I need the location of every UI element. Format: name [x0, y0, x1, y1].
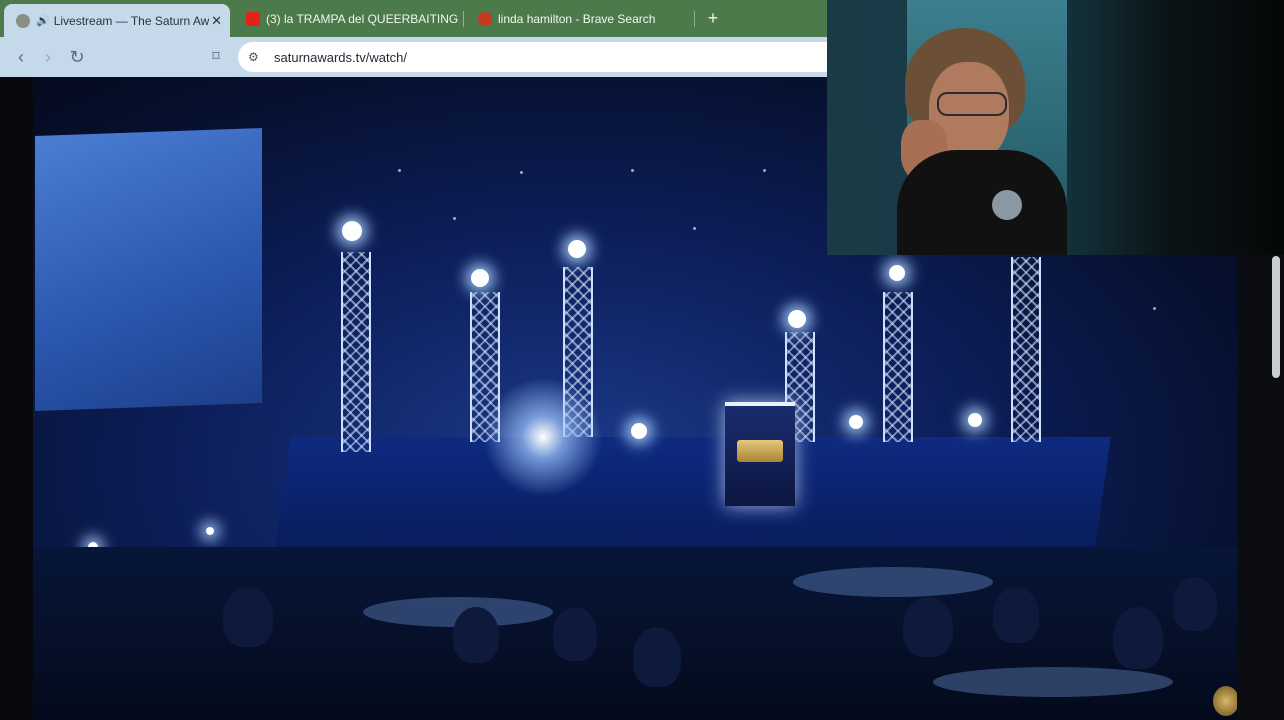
back-icon[interactable]: ‹	[10, 46, 32, 68]
tab-brave-search[interactable]: linda hamilton - Brave Search	[466, 4, 692, 34]
webcam-overlay	[827, 0, 1284, 255]
audience-member	[633, 627, 681, 687]
new-tab-button[interactable]: +	[705, 8, 721, 28]
tab-title: linda hamilton - Brave Search	[498, 12, 656, 26]
tab-livestream[interactable]: 🔊 Livestream — The Saturn Aw ✕	[4, 4, 230, 37]
tab-separator	[694, 11, 695, 27]
spotlight	[471, 269, 489, 287]
dinner-table	[793, 567, 993, 597]
audience-member	[903, 597, 953, 657]
glasses	[937, 92, 1007, 116]
stage-floor	[275, 437, 1111, 547]
star-light	[453, 217, 456, 220]
tab-separator	[463, 11, 464, 27]
star-light	[520, 171, 523, 174]
audience-member	[993, 587, 1039, 643]
stage-truss	[883, 292, 913, 442]
site-settings-icon[interactable]: ⚙	[248, 50, 264, 64]
star-light	[1153, 307, 1156, 310]
browser-chrome: 🔊 Livestream — The Saturn Aw ✕ (3) la TR…	[0, 0, 838, 77]
spotlight	[968, 413, 982, 427]
bookmark-icon[interactable]: ⌑	[205, 46, 227, 68]
streamer-shirt	[897, 150, 1067, 255]
podium	[725, 402, 795, 506]
address-url: saturnawards.tv/watch/	[274, 49, 407, 65]
close-tab-icon[interactable]: ✕	[211, 13, 222, 29]
spotlight	[631, 423, 647, 439]
microphone-icon	[992, 190, 1022, 220]
audience-member	[553, 607, 597, 661]
scrollbar-thumb[interactable]	[1272, 256, 1280, 378]
side-projection-screen	[35, 128, 262, 411]
forward-icon[interactable]: ›	[37, 46, 59, 68]
tab-strip: 🔊 Livestream — The Saturn Aw ✕ (3) la TR…	[0, 0, 827, 37]
star-light	[398, 169, 401, 172]
reload-icon[interactable]: ↻	[66, 46, 88, 68]
audience-member	[453, 607, 499, 663]
saturn-logo-icon	[737, 440, 783, 462]
audience	[33, 547, 1237, 720]
brave-favicon-icon	[478, 12, 492, 26]
audience-member	[1113, 607, 1163, 669]
toolbar: ‹ › ↻ ⌑ ⚙ saturnawards.tv/watch/	[0, 37, 838, 77]
spotlight	[568, 240, 586, 258]
spotlight	[849, 415, 863, 429]
spotlight	[788, 310, 806, 328]
star-light	[693, 227, 696, 230]
star-light	[631, 169, 634, 172]
tab-title: (3) la TRAMPA del QUEERBAITING - Y	[266, 12, 460, 26]
spotlight	[206, 527, 214, 535]
audience-member	[1173, 577, 1217, 631]
stage-glow	[483, 377, 603, 497]
audience-member	[223, 587, 273, 647]
spotlight	[889, 265, 905, 281]
youtube-favicon-icon	[246, 12, 260, 26]
stage-truss	[341, 252, 371, 452]
star-light	[763, 169, 766, 172]
speaker-icon[interactable]: 🔊	[36, 14, 50, 27]
page-left-margin	[0, 77, 33, 720]
dinner-table	[933, 667, 1173, 697]
stage-truss	[1011, 257, 1041, 442]
address-bar[interactable]: ⚙ saturnawards.tv/watch/	[238, 42, 838, 72]
saturn-watermark-icon	[1213, 686, 1237, 716]
spotlight	[342, 221, 362, 241]
saturn-favicon-icon	[16, 13, 30, 28]
tab-title: Livestream — The Saturn Aw	[53, 13, 210, 28]
tab-youtube[interactable]: (3) la TRAMPA del QUEERBAITING - Y	[234, 4, 460, 34]
